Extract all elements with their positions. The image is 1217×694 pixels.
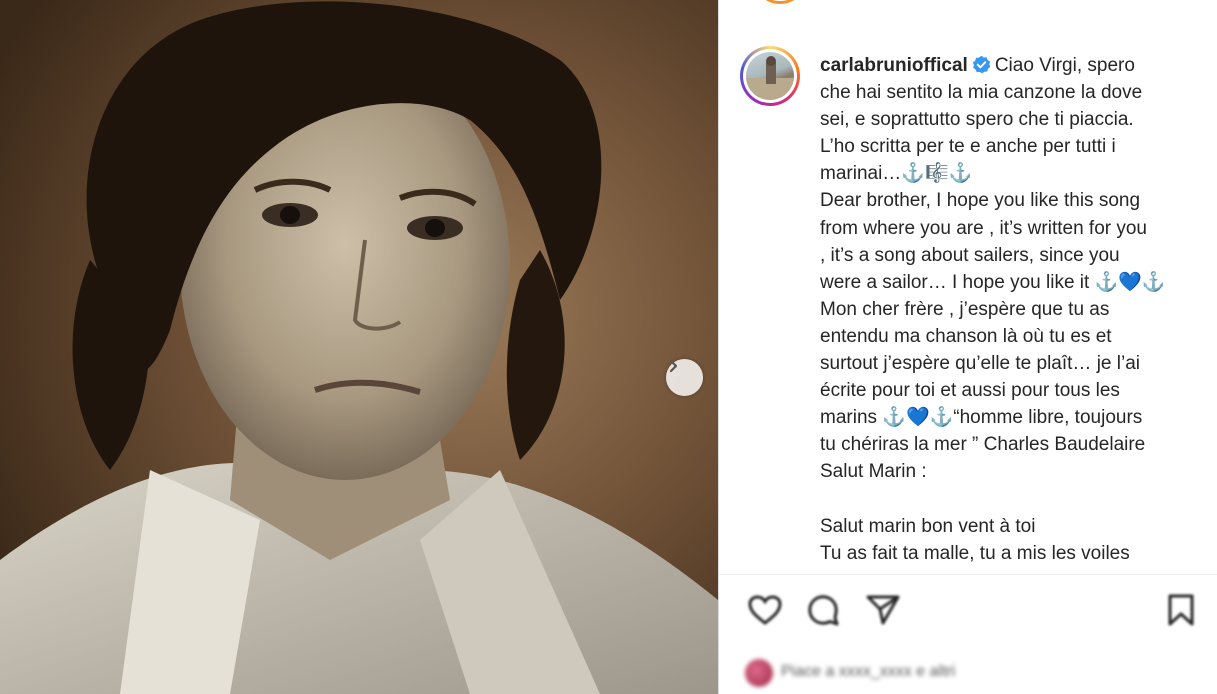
caption-line: , it’s a song about sailers, since you: [820, 244, 1120, 266]
caption-line: Mon cher frère , j’espère que tu as: [820, 298, 1110, 320]
caption-line: surtout j’espère qu’elle te plaît… je l’…: [820, 353, 1141, 375]
caption-line: Ciao Virgi, spero: [994, 55, 1135, 76]
caption-line: L’ho scritta per te e anche per tutti i: [820, 136, 1116, 158]
portrait-illustration: [0, 0, 718, 694]
caption-line: Salut marin bon vent à toi: [820, 515, 1036, 537]
like-button[interactable]: [743, 588, 787, 632]
caption-line: Salut Marin :: [820, 461, 927, 483]
post-photo: [0, 0, 718, 694]
caption-line: che hai sentito la mia canzone la dove: [820, 82, 1143, 104]
comment-button[interactable]: [801, 588, 845, 632]
caption-line: Tu as fait ta malle, tu a mis les voiles: [820, 542, 1130, 564]
post-actions: [719, 588, 1217, 638]
avatar-image: [746, 52, 794, 100]
caption-line: were a sailor… I hope you like it ⚓💙⚓: [820, 271, 1166, 293]
paper-plane-icon: [866, 595, 900, 625]
likes-row[interactable]: Piace a xxxx_xxxx e altri: [741, 655, 1211, 691]
chevron-right-icon: [669, 359, 678, 373]
caption-line: écrite pour toi et aussi pour tous les: [820, 380, 1120, 402]
username-link[interactable]: carlabrunioffical: [820, 55, 968, 76]
caption-area: carlabrunioffical Ciao Virgi, spero che h…: [719, 30, 1217, 574]
caption-line: from where you are , it’s written for yo…: [820, 217, 1147, 239]
bookmark-icon: [1168, 594, 1194, 626]
caption-line: marins ⚓💙⚓“homme libre, toujours: [820, 407, 1143, 429]
save-button[interactable]: [1159, 588, 1203, 632]
post-side-panel: carlabrunioffical Ciao Virgi, spero che h…: [719, 0, 1217, 694]
share-button[interactable]: [861, 588, 905, 632]
actions-separator: [719, 574, 1217, 575]
avatar[interactable]: [740, 46, 800, 106]
caption-line: sei, e soprattutto spero che ti piaccia.: [820, 109, 1134, 131]
likes-text: Piace a xxxx_xxxx e altri: [781, 663, 956, 680]
heart-icon: [748, 595, 782, 625]
verified-badge-icon: [972, 55, 991, 74]
caption-line: Dear brother, I hope you like this song: [820, 190, 1141, 212]
next-photo-button[interactable]: [666, 359, 703, 396]
caption-line: tu chériras la mer ” Charles Baudelaire: [820, 434, 1146, 456]
comment-icon: [808, 595, 839, 626]
caption-line: marinai…⚓🎼⚓: [820, 163, 973, 185]
header-story-ring: [761, 0, 799, 4]
liker-avatar: [745, 659, 773, 687]
caption-line: entendu ma chanson là où tu es et: [820, 325, 1112, 347]
post-caption: carlabrunioffical Ciao Virgi, spero che h…: [820, 52, 1210, 567]
